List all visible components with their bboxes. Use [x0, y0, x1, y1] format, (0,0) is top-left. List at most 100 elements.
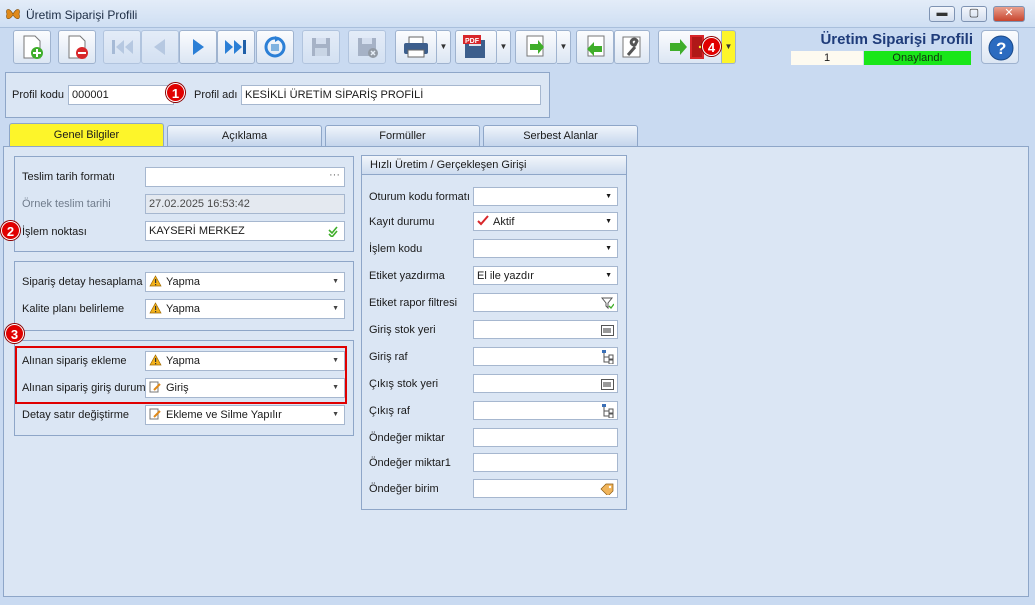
chevron-down-icon: ▼ — [332, 278, 339, 285]
save-button[interactable] — [302, 30, 340, 64]
maximize-button[interactable]: ▢ — [961, 6, 987, 22]
quick-field-5-label: Giriş stok yeri — [369, 324, 436, 336]
refresh-button[interactable] — [256, 30, 294, 64]
profile-code-input[interactable]: 000001 — [68, 85, 174, 105]
quick-field-10-input[interactable] — [473, 453, 618, 472]
close-button[interactable]: ✕ — [993, 6, 1025, 22]
operation-point-input[interactable]: KAYSERİ MERKEZ — [145, 221, 345, 241]
annotation-badge-3: 3 — [5, 324, 24, 343]
pdf-icon: PDF — [463, 35, 485, 58]
detail-row-change-label: Detay satır değiştirme — [22, 409, 129, 421]
order-detail-calc-label: Sipariş detay hesaplama — [22, 276, 143, 288]
minimize-button[interactable]: ▬ — [929, 6, 955, 22]
quick-field-8-input[interactable] — [473, 401, 618, 420]
profile-code-label: Profil kodu — [12, 89, 64, 101]
profile-name-label: Profil adı — [194, 89, 238, 101]
quick-field-4-label: Etiket rapor filtresi — [369, 297, 458, 309]
profile-name-input[interactable]: KESİKLİ ÜRETİM SİPARİŞ PROFİLİ — [241, 85, 541, 105]
quick-field-11-input[interactable] — [473, 479, 618, 498]
chevron-down-icon: ▼ — [605, 218, 612, 225]
export-pdf-dropdown[interactable]: ▼ — [497, 30, 511, 64]
operation-point-label: İşlem noktası — [22, 226, 87, 238]
window-title: Üretim Siparişi Profili — [26, 8, 138, 22]
import-button[interactable] — [576, 30, 614, 64]
operation-point-value: KAYSERİ MERKEZ — [149, 225, 245, 237]
refresh-icon — [264, 36, 286, 58]
ellipsis-icon: ··· — [329, 169, 340, 181]
sample-delivery-date-label: Örnek teslim tarihi — [22, 198, 111, 210]
quality-plan-select[interactable]: Yapma ▼ — [145, 299, 345, 319]
tree-icon — [602, 350, 614, 364]
order-detail-calc-select[interactable]: Yapma ▼ — [145, 272, 345, 292]
edit-document-icon — [149, 408, 161, 420]
quality-plan-label: Kalite planı belirleme — [22, 303, 125, 315]
quick-field-4-input[interactable] — [473, 293, 618, 312]
tab-formuller[interactable]: Formüller — [325, 125, 480, 146]
tab-genel-bilgiler[interactable]: Genel Bilgiler — [9, 123, 164, 147]
cancel-save-button[interactable] — [348, 30, 386, 64]
title-bar: Üretim Siparişi Profili ▬ ▢ ✕ — [0, 0, 1035, 28]
quick-field-0-input[interactable]: ▼ — [473, 187, 618, 206]
next-record-button[interactable] — [179, 30, 217, 64]
first-record-button[interactable] — [103, 30, 141, 64]
save-icon — [312, 38, 330, 56]
delete-document-icon — [68, 35, 88, 59]
previous-record-button[interactable] — [141, 30, 179, 64]
last-record-button[interactable] — [217, 30, 255, 64]
quick-field-1-label: Kayıt durumu — [369, 216, 435, 228]
tree-icon — [602, 404, 614, 418]
quick-field-5-input[interactable] — [473, 320, 618, 339]
quick-field-0-label: Oturum kodu formatı — [369, 191, 470, 203]
transfer-dropdown[interactable]: ▼ — [557, 30, 571, 64]
previous-record-icon — [154, 39, 165, 55]
pdf-label: PDF — [465, 38, 480, 45]
next-record-icon — [193, 39, 204, 55]
tab-serbest-alanlar[interactable]: Serbest Alanlar — [483, 125, 638, 146]
chevron-down-icon: ▼ — [605, 272, 612, 279]
delivery-date-format-input[interactable]: ··· — [145, 167, 345, 187]
quick-field-9-input[interactable] — [473, 428, 618, 447]
exit-dropdown[interactable]: ▼ — [722, 30, 736, 64]
detail-row-change-value: Ekleme ve Silme Yapılır — [166, 409, 282, 421]
new-document-icon — [23, 35, 43, 59]
delivery-date-format-label: Teslim tarih formatı — [22, 171, 115, 183]
filter-icon — [601, 297, 614, 310]
quick-field-1-input[interactable]: Aktif ▼ — [473, 212, 618, 231]
order-detail-calc-value: Yapma — [166, 276, 201, 288]
help-button[interactable]: ? — [981, 30, 1019, 64]
transfer-button[interactable] — [515, 30, 557, 64]
quick-field-2-input[interactable]: ▼ — [473, 239, 618, 258]
last-record-icon — [225, 40, 246, 54]
export-pdf-button[interactable]: PDF — [455, 30, 497, 64]
quick-field-6-label: Giriş raf — [369, 351, 408, 363]
delete-document-button[interactable] — [58, 30, 96, 64]
help-icon: ? — [988, 35, 1014, 61]
settings-button[interactable] — [614, 30, 650, 64]
quick-field-7-label: Çıkış stok yeri — [369, 378, 439, 390]
detail-row-change-select[interactable]: Ekleme ve Silme Yapılır ▼ — [145, 405, 345, 425]
import-icon — [587, 35, 605, 57]
quick-field-6-input[interactable] — [473, 347, 618, 366]
printer-icon — [404, 36, 428, 58]
chevron-down-icon: ▼ — [605, 245, 612, 252]
print-button[interactable] — [395, 30, 437, 64]
warning-icon — [149, 302, 162, 314]
tab-aciklama[interactable]: Açıklama — [167, 125, 322, 146]
chevron-down-icon: ▼ — [332, 305, 339, 312]
quick-field-3-input[interactable]: El ile yazdır ▼ — [473, 266, 618, 285]
highlight-box — [15, 346, 347, 404]
quick-field-1-value: Aktif — [493, 216, 515, 228]
cancel-save-icon — [358, 38, 378, 58]
quick-field-8-label: Çıkış raf — [369, 405, 410, 417]
print-dropdown[interactable]: ▼ — [437, 30, 451, 64]
quick-field-11-label: Öndeğer birim — [369, 483, 439, 495]
quick-field-7-input[interactable] — [473, 374, 618, 393]
double-check-icon — [328, 226, 338, 237]
barcode-icon — [601, 379, 614, 390]
new-document-button[interactable] — [13, 30, 51, 64]
annotation-badge-2: 2 — [1, 221, 20, 240]
transfer-icon — [526, 35, 544, 57]
quick-field-2-label: İşlem kodu — [369, 243, 423, 255]
svg-text:?: ? — [996, 39, 1006, 58]
document-number: 1 — [791, 51, 863, 65]
